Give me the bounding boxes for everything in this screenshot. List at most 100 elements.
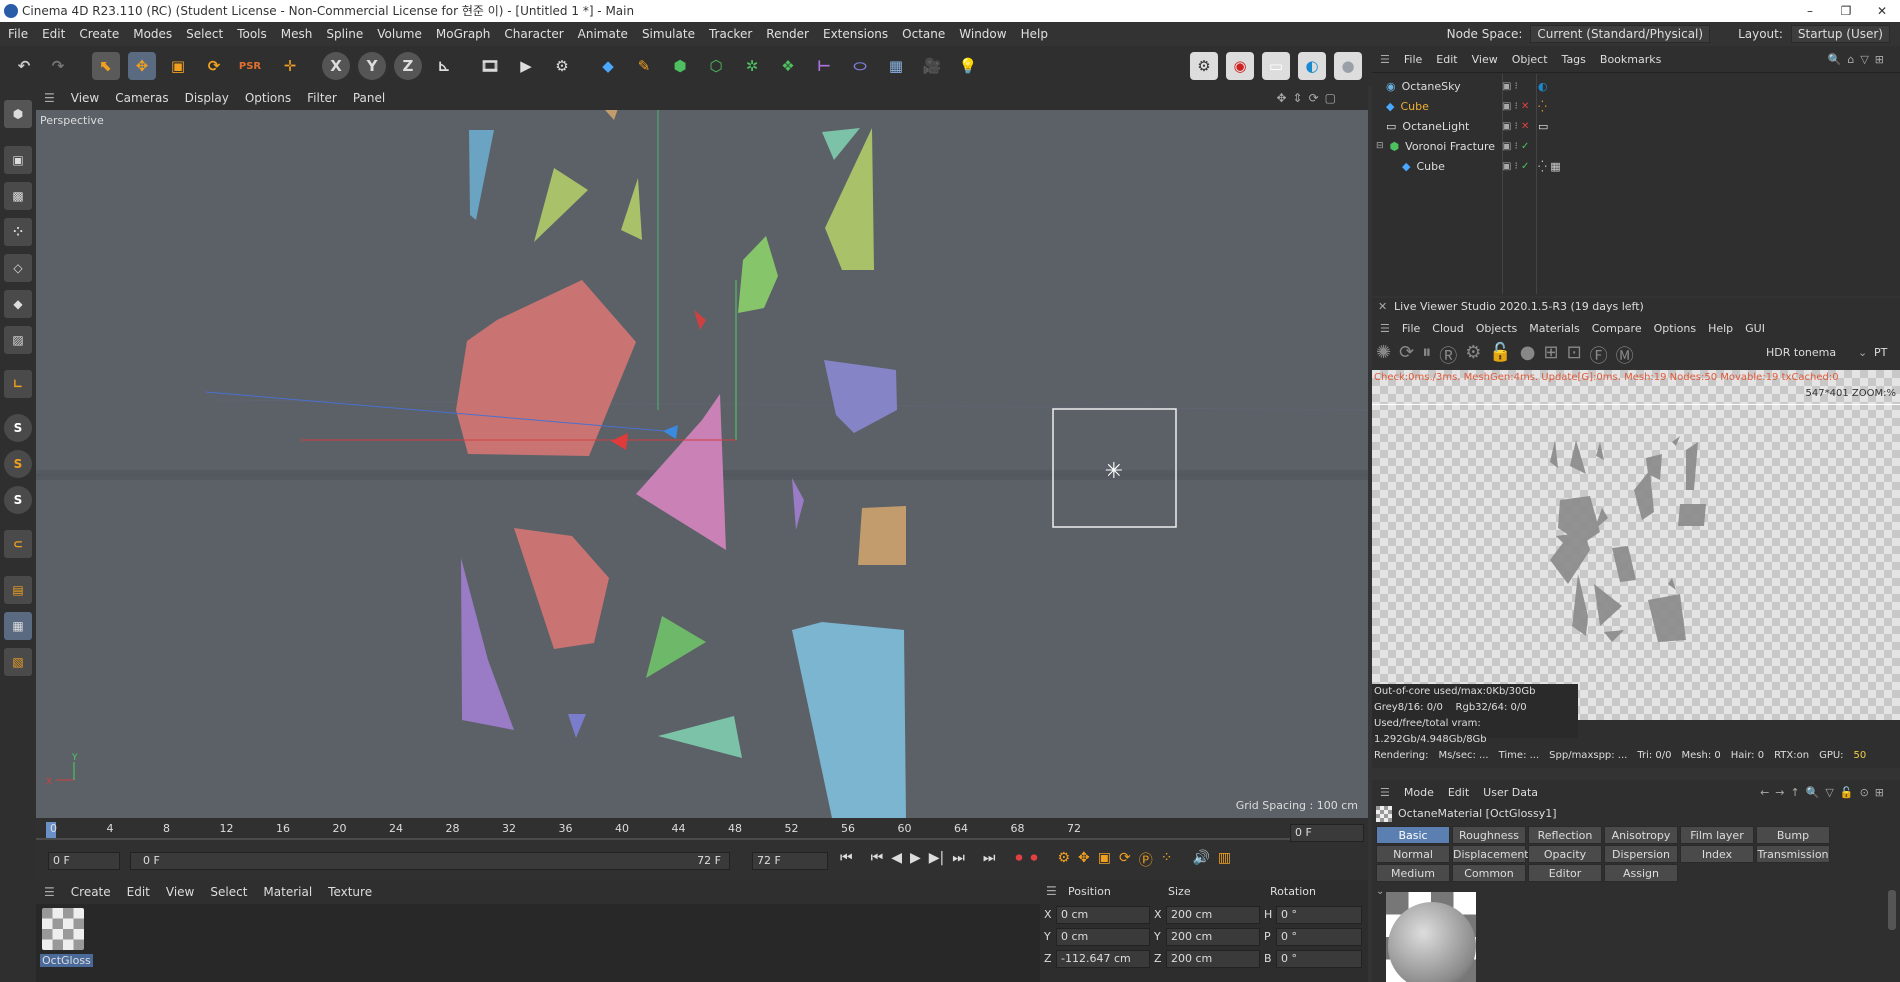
pos-y-field[interactable]: 0 cm xyxy=(1056,928,1150,946)
close-icon[interactable]: ✕ xyxy=(1864,0,1900,22)
lv-menu-help[interactable]: Help xyxy=(1708,322,1733,335)
lv-filter-icon[interactable]: Ⓕ xyxy=(1590,342,1608,368)
key-settings-icon[interactable]: ⚙ xyxy=(1057,850,1070,870)
object-menu-object[interactable]: Object xyxy=(1512,53,1548,66)
menu-modes[interactable]: Modes xyxy=(133,27,172,41)
viewport-menu-filter[interactable]: Filter xyxy=(307,91,337,105)
attribute-scrollbar[interactable] xyxy=(1888,890,1896,930)
tonemap-dropdown[interactable]: HDR tonema xyxy=(1766,346,1836,359)
viewport-menu-cameras[interactable]: Cameras xyxy=(115,91,168,105)
previous-key-icon[interactable]: ⏮ xyxy=(871,850,884,870)
tab-medium[interactable]: Medium xyxy=(1376,864,1450,882)
lv-menu-compare[interactable]: Compare xyxy=(1592,322,1642,335)
uv-mode-icon[interactable]: ▨ xyxy=(4,326,32,354)
material-menu-material[interactable]: Material xyxy=(263,885,312,899)
key-param-icon[interactable]: Ⓟ xyxy=(1139,850,1153,870)
menu-simulate[interactable]: Simulate xyxy=(642,27,695,41)
lv-settings-icon[interactable]: ⚙ xyxy=(1465,342,1481,368)
menu-edit[interactable]: Edit xyxy=(42,27,65,41)
pos-x-field[interactable]: 0 cm xyxy=(1056,906,1150,924)
lv-lock-icon[interactable]: 🔓 xyxy=(1489,342,1511,368)
next-frame-icon[interactable]: ▶| xyxy=(929,850,944,870)
axis-mode-icon[interactable]: ∟ xyxy=(4,370,32,398)
material-name-label[interactable]: OctGloss xyxy=(40,954,93,967)
live-viewer-close-icon[interactable]: ✕ xyxy=(1378,300,1387,313)
tab-basic[interactable]: Basic xyxy=(1376,826,1450,844)
material-menu-view[interactable]: View xyxy=(166,885,194,899)
collapse-arrow-icon[interactable]: ⌄ xyxy=(1376,886,1384,897)
timeline-ruler[interactable]: 0 4 8 12 16 20 24 28 32 36 40 44 48 52 56 60 64 68 72 xyxy=(36,820,1316,840)
viewport-nav-icons[interactable]: ✥⇕⟳▢ xyxy=(1276,91,1342,105)
end-frame-field[interactable]: 72 F xyxy=(752,852,828,870)
lv-menu-gui[interactable]: GUI xyxy=(1745,322,1765,335)
tab-common[interactable]: Common xyxy=(1452,864,1526,882)
menu-create[interactable]: Create xyxy=(79,27,119,41)
tab-opacity[interactable]: Opacity xyxy=(1528,845,1602,863)
frame-range-slider[interactable]: 0 F 72 F xyxy=(130,852,730,870)
snap-icon[interactable]: S xyxy=(4,414,32,442)
live-render-canvas[interactable]: Check:0ms./3ms. MeshGen:4ms. Update[G]:0… xyxy=(1372,370,1900,720)
magnet-icon[interactable]: ⊂ xyxy=(4,530,32,558)
viewport-menu-panel[interactable]: Panel xyxy=(353,91,385,105)
object-row-child-cube[interactable]: ◆ Cube xyxy=(1402,157,1445,175)
render-settings-icon[interactable]: ⚙ xyxy=(548,52,576,80)
tab-index[interactable]: Index xyxy=(1680,845,1754,863)
lv-add-icon[interactable]: ⊞ xyxy=(1543,342,1558,368)
coordinate-system-icon[interactable]: ⊾ xyxy=(430,52,458,80)
bend-deformer-icon[interactable]: ⊢ xyxy=(810,52,838,80)
octane-light-icon[interactable]: ▭ xyxy=(1262,52,1290,80)
tab-assign[interactable]: Assign xyxy=(1604,864,1678,882)
cloner-icon[interactable]: ✲ xyxy=(738,52,766,80)
layout-dropdown[interactable]: Startup (User) xyxy=(1790,25,1890,43)
tab-displacement[interactable]: Displacement xyxy=(1452,845,1529,863)
material-menu-texture[interactable]: Texture xyxy=(328,885,372,899)
go-to-start-icon[interactable]: ⏮ xyxy=(840,850,853,870)
lv-menu-options[interactable]: Options xyxy=(1654,322,1696,335)
object-row-cube[interactable]: ◆ Cube xyxy=(1386,97,1429,115)
tab-roughness[interactable]: Roughness xyxy=(1452,826,1526,844)
field-icon[interactable]: ⬭ xyxy=(846,52,874,80)
attr-nav-icons[interactable]: ←→↑🔍▽🔓⊙⊞ xyxy=(1760,786,1890,799)
redo-icon[interactable]: ↷ xyxy=(44,52,72,80)
viewport-menu-view[interactable]: View xyxy=(71,91,99,105)
viewport-hamburger-icon[interactable]: ☰ xyxy=(44,91,55,105)
workplane-icon[interactable]: ▤ xyxy=(4,576,32,604)
tab-film-layer[interactable]: Film layer xyxy=(1680,826,1754,844)
undo-icon[interactable]: ↶ xyxy=(10,52,38,80)
key-scale-icon[interactable]: ▣ xyxy=(1098,850,1111,870)
autokey-icon[interactable]: ⏺ xyxy=(1030,850,1037,870)
key-pla-icon[interactable]: ⁘ xyxy=(1161,850,1173,870)
menu-character[interactable]: Character xyxy=(504,27,563,41)
render-view-icon[interactable]: ▶ xyxy=(512,52,540,80)
tonemap-chevron-icon[interactable]: ⌄ xyxy=(1858,346,1867,359)
lv-menu-objects[interactable]: Objects xyxy=(1476,322,1518,335)
lv-clay-icon[interactable]: ⊡ xyxy=(1567,342,1582,368)
object-row-octanesky[interactable]: ◉ OctaneSky xyxy=(1386,77,1461,95)
scale-tool-icon[interactable]: ▣ xyxy=(164,52,192,80)
attr-menu-user-data[interactable]: User Data xyxy=(1483,786,1538,799)
floor-icon[interactable]: ▦ xyxy=(882,52,910,80)
camera-icon[interactable]: 🎥 xyxy=(918,52,946,80)
light-icon[interactable]: 💡 xyxy=(954,52,982,80)
material-menu-select[interactable]: Select xyxy=(210,885,247,899)
object-menu-edit[interactable]: Edit xyxy=(1436,53,1457,66)
menu-mograph[interactable]: MoGraph xyxy=(436,27,491,41)
material-menu-edit[interactable]: Edit xyxy=(127,885,150,899)
psr-tool-icon[interactable]: PSR xyxy=(236,52,264,80)
pos-z-field[interactable]: -112.647 cm xyxy=(1056,950,1150,968)
minimize-icon[interactable]: – xyxy=(1792,0,1828,22)
visibility-toggles[interactable]: ▣ ⁝ ▣ ⁝ ✕ ▣ ⁝ ✕ ▣ ⁝ ✓ ▣ ⁝ ✓ xyxy=(1502,77,1529,177)
size-z-field[interactable]: 200 cm xyxy=(1166,950,1260,968)
rotate-tool-icon[interactable]: ⟳ xyxy=(200,52,228,80)
menu-spline[interactable]: Spline xyxy=(326,27,363,41)
menu-tracker[interactable]: Tracker xyxy=(709,27,752,41)
coordinates-hamburger-icon[interactable]: ☰ xyxy=(1046,884,1057,898)
make-editable-icon[interactable]: ⬢ xyxy=(4,100,32,128)
z-axis-lock-icon[interactable]: Z xyxy=(394,52,422,80)
menu-file[interactable]: File xyxy=(8,27,28,41)
go-to-end-icon[interactable]: ⏭ xyxy=(983,850,996,870)
rot-p-field[interactable]: 0 ° xyxy=(1276,928,1362,946)
texture-mode-icon[interactable]: ▩ xyxy=(4,182,32,210)
tab-bump[interactable]: Bump xyxy=(1756,826,1830,844)
octane-material-icon[interactable]: ● xyxy=(1334,52,1362,80)
